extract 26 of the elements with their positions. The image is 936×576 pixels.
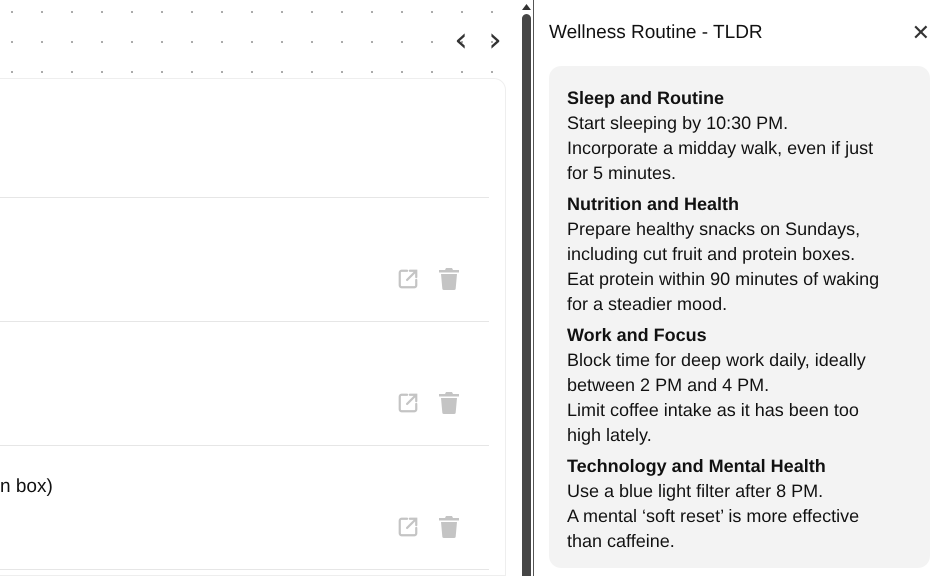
close-button[interactable]: ✕ <box>912 20 930 46</box>
trash-icon[interactable] <box>439 392 459 414</box>
entry-text: n box) <box>0 476 53 498</box>
external-link-icon[interactable] <box>397 268 419 290</box>
summary-text: Limit coffee intake as it has been too high lately. <box>567 399 860 447</box>
scroll-up-icon[interactable] <box>522 4 531 10</box>
section-heading: Work and Focus <box>567 324 708 347</box>
external-link-icon[interactable] <box>397 392 419 414</box>
summary-text: Use a blue light filter after 8 PM. <box>567 480 824 503</box>
previous-button[interactable]: ‹ <box>450 26 472 54</box>
summary-text: Eat protein within 90 minutes of waking for a steadier mood. <box>567 268 880 316</box>
panel-title: Wellness Routine - TLDR <box>549 22 763 44</box>
section-heading: Nutrition and Health <box>567 193 740 216</box>
scrollbar-thumb[interactable] <box>522 14 531 576</box>
section-heading: Technology and Mental Health <box>567 455 827 478</box>
summary-text: Incorporate a midday walk, even if just for 5 minutes. <box>567 137 874 185</box>
next-button[interactable]: › <box>484 26 506 54</box>
scrollbar[interactable] <box>520 0 534 576</box>
trash-icon[interactable] <box>439 268 459 290</box>
summary-text: Prepare healthy snacks on Sundays, including cut fruit and protein boxes. <box>567 218 862 266</box>
summary-text: A mental ‘soft reset’ is more effective than caffeine. <box>567 505 860 553</box>
summary-text: Start sleeping by 10:30 PM. <box>567 112 790 135</box>
summary-text: Block time for deep work daily, ideally between 2 PM and 4 PM. <box>567 349 867 397</box>
section-heading: Sleep and Routine <box>567 87 726 110</box>
trash-icon[interactable] <box>439 516 459 538</box>
external-link-icon[interactable] <box>397 516 419 538</box>
